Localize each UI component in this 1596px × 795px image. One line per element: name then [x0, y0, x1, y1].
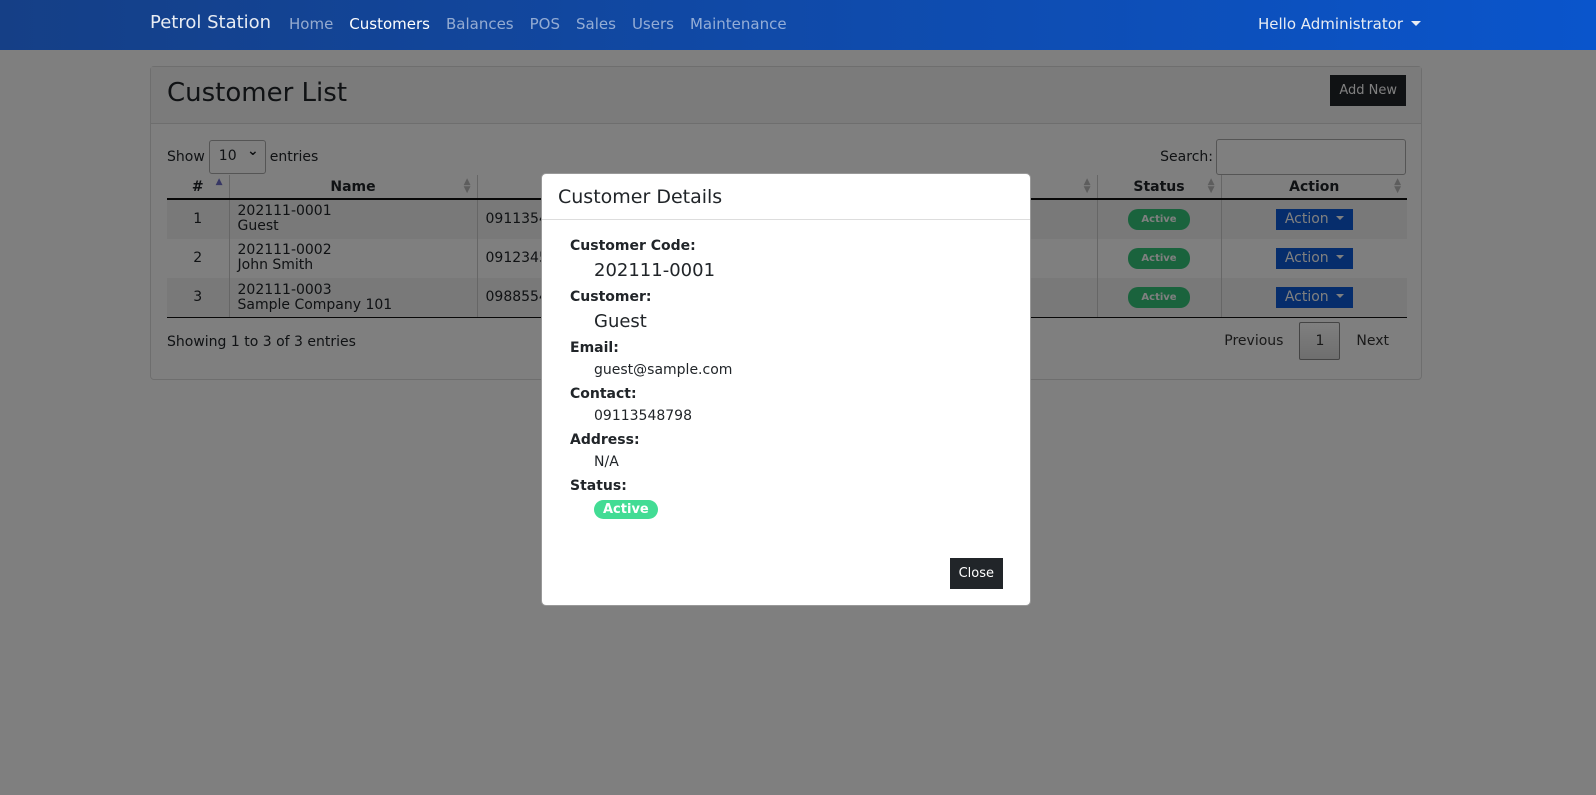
email-value: guest@sample.com	[594, 362, 733, 378]
customer-name-value: Guest	[594, 311, 647, 332]
address-value: N/A	[594, 454, 619, 470]
user-menu[interactable]: Hello Administrator	[1258, 15, 1421, 33]
field-label: Contact:	[570, 386, 637, 402]
contact-value: 09113548798	[594, 408, 692, 424]
nav-links: Home Customers Balances POS Sales Users …	[289, 15, 787, 33]
close-button[interactable]: Close	[949, 558, 1003, 589]
field-label: Address:	[570, 432, 640, 448]
nav-maintenance[interactable]: Maintenance	[690, 15, 787, 33]
field-label: Customer Code:	[570, 238, 696, 254]
nav-balances[interactable]: Balances	[446, 15, 514, 33]
status-value: Active	[570, 500, 1002, 519]
field-label: Customer:	[570, 289, 652, 305]
customer-code-value: 202111-0001	[594, 260, 716, 281]
field-label: Email:	[570, 340, 619, 356]
modal-title: Customer Details	[542, 174, 1030, 220]
modal-body: Customer Code: 202111-0001 Customer: Gue…	[542, 220, 1030, 545]
status-badge: Active	[594, 500, 658, 519]
customer-details-modal: Customer Details Customer Code: 202111-0…	[541, 173, 1031, 606]
nav-users[interactable]: Users	[632, 15, 674, 33]
nav-home[interactable]: Home	[289, 15, 333, 33]
field-label: Status:	[570, 478, 627, 494]
brand-link[interactable]: Petrol Station	[150, 12, 271, 33]
navbar: Petrol Station Home Customers Balances P…	[0, 0, 1596, 50]
nav-customers[interactable]: Customers	[349, 15, 430, 33]
nav-pos[interactable]: POS	[530, 15, 560, 33]
nav-sales[interactable]: Sales	[576, 15, 616, 33]
